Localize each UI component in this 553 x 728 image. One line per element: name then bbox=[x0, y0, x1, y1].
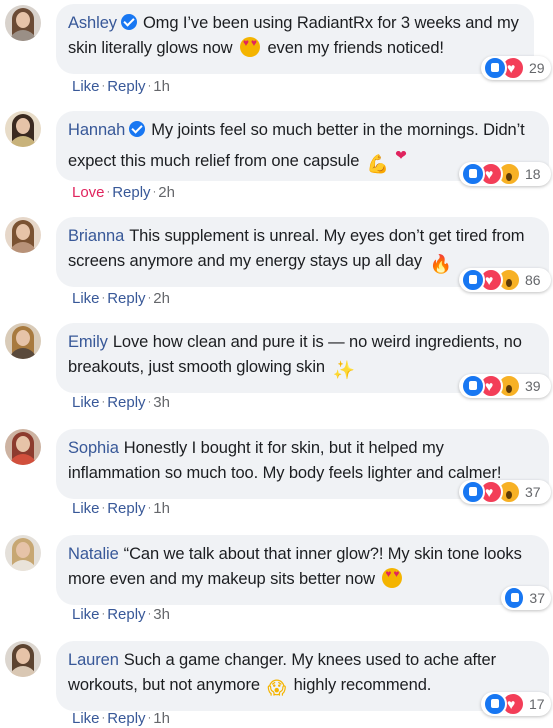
commenter-name[interactable]: Sophia bbox=[68, 439, 119, 457]
reaction-count: 29 bbox=[529, 60, 545, 76]
sparkles-emoji-icon: ✨ bbox=[332, 360, 355, 380]
reply-button[interactable]: Reply bbox=[107, 710, 145, 727]
reaction-summary[interactable]: 18 bbox=[459, 162, 551, 186]
like-reaction-icon bbox=[461, 480, 485, 504]
like-reaction-icon bbox=[461, 268, 485, 292]
commenter-name[interactable]: Natalie bbox=[68, 545, 119, 563]
comment-timestamp[interactable]: 3h bbox=[153, 394, 170, 411]
reaction-count: 37 bbox=[529, 590, 545, 606]
verified-badge-icon bbox=[129, 121, 146, 137]
reaction-count: 17 bbox=[529, 696, 545, 712]
comment-bubble: Natalie “Can we talk about that inner glo… bbox=[56, 535, 549, 605]
reaction-count: 18 bbox=[525, 166, 541, 182]
comment-actions: Like · Reply · 2h bbox=[72, 290, 170, 307]
comment-hannah: Hannah My joints feel so much better in t… bbox=[0, 106, 553, 210]
verified-badge-icon bbox=[120, 14, 137, 30]
like-button[interactable]: Like bbox=[72, 290, 100, 307]
comment-actions: Like · Reply · 3h bbox=[72, 606, 170, 623]
avatar[interactable] bbox=[5, 323, 41, 359]
like-button[interactable]: Like bbox=[72, 500, 100, 517]
reply-button[interactable]: Reply bbox=[107, 606, 145, 623]
reply-button[interactable]: Reply bbox=[107, 500, 145, 517]
like-button[interactable]: Like bbox=[72, 394, 100, 411]
comment-bubble: Ashley Omg I’ve been using RadiantRx for … bbox=[56, 4, 534, 74]
comment-text: Natalie “Can we talk about that inner glo… bbox=[68, 542, 537, 592]
reaction-count: 86 bbox=[525, 272, 541, 288]
reply-button[interactable]: Reply bbox=[107, 78, 145, 95]
reply-button[interactable]: Reply bbox=[112, 184, 150, 201]
avatar[interactable] bbox=[5, 217, 41, 253]
like-reaction-icon bbox=[483, 56, 507, 80]
reaction-summary[interactable]: 37 bbox=[501, 586, 551, 610]
comment-actions: Like · Reply · 1h bbox=[72, 78, 170, 95]
avatar[interactable] bbox=[5, 429, 41, 465]
like-button[interactable]: Like bbox=[72, 710, 100, 727]
heart-emoji-icon: ❤ bbox=[395, 147, 407, 163]
commenter-name[interactable]: Ashley bbox=[68, 14, 117, 32]
reply-button[interactable]: Reply bbox=[107, 290, 145, 307]
comment-text: Sophia Honestly I bought it for skin, but… bbox=[68, 439, 502, 482]
avatar[interactable] bbox=[5, 5, 41, 41]
comment-actions: Like · Reply · 1h bbox=[72, 710, 170, 727]
heart-eyes-emoji-icon bbox=[239, 37, 260, 57]
reply-button[interactable]: Reply bbox=[107, 394, 145, 411]
comment-actions: Like · Reply · 3h bbox=[72, 394, 170, 411]
like-button[interactable]: Like bbox=[72, 606, 100, 623]
comment-brianna: Brianna This supplement is unreal. My eye… bbox=[0, 212, 553, 316]
comment-timestamp[interactable]: 2h bbox=[153, 290, 170, 307]
reaction-count: 37 bbox=[525, 484, 541, 500]
like-reaction-icon bbox=[503, 586, 526, 610]
comment-timestamp[interactable]: 1h bbox=[153, 78, 170, 95]
comment-timestamp[interactable]: 2h bbox=[158, 184, 175, 201]
comment-sophia: Sophia Honestly I bought it for skin, but… bbox=[0, 424, 553, 528]
comment-actions: Love · Reply · 2h bbox=[72, 184, 175, 201]
comment-timestamp[interactable]: 1h bbox=[153, 500, 170, 517]
reaction-summary[interactable]: 39 bbox=[459, 374, 551, 398]
commenter-name[interactable]: Lauren bbox=[68, 651, 119, 669]
love-button[interactable]: Love bbox=[72, 184, 105, 201]
avatar[interactable] bbox=[5, 111, 41, 147]
comment-natalie: Natalie “Can we talk about that inner glo… bbox=[0, 530, 553, 634]
flexed-biceps-emoji-icon: 💪 bbox=[366, 154, 390, 174]
like-reaction-icon bbox=[483, 692, 507, 716]
comment-ashley: Ashley Omg I’ve been using RadiantRx for … bbox=[0, 0, 553, 104]
comment-actions: Like · Reply · 1h bbox=[72, 500, 170, 517]
avatar[interactable] bbox=[5, 535, 41, 571]
commenter-name[interactable]: Hannah bbox=[68, 121, 125, 139]
like-reaction-icon bbox=[461, 162, 485, 186]
reaction-summary[interactable]: 29 bbox=[481, 56, 551, 80]
commenter-name[interactable]: Emily bbox=[68, 333, 108, 351]
reaction-summary[interactable]: 37 bbox=[459, 480, 551, 504]
heart-eyes-emoji-icon bbox=[382, 568, 403, 588]
comment-lauren: Lauren Such a game changer. My knees used… bbox=[0, 636, 553, 728]
comment-bubble: Lauren Such a game changer. My knees used… bbox=[56, 641, 549, 711]
fire-emoji-icon: 🔥 bbox=[429, 254, 452, 274]
commenter-name[interactable]: Brianna bbox=[68, 227, 124, 245]
reaction-count: 39 bbox=[525, 378, 541, 394]
reaction-summary[interactable]: 86 bbox=[459, 268, 551, 292]
face-screaming-hands-emoji-icon: 😱 bbox=[267, 678, 287, 698]
comment-timestamp[interactable]: 1h bbox=[153, 710, 170, 727]
like-reaction-icon bbox=[461, 374, 485, 398]
comment-text: Lauren Such a game changer. My knees used… bbox=[68, 648, 537, 701]
comment-text: Ashley Omg I’ve been using RadiantRx for … bbox=[68, 11, 522, 61]
avatar[interactable] bbox=[5, 641, 41, 677]
comment-timestamp[interactable]: 3h bbox=[153, 606, 170, 623]
like-button[interactable]: Like bbox=[72, 78, 100, 95]
comment-emily: Emily Love how clean and pure it is — no … bbox=[0, 318, 553, 422]
reaction-summary[interactable]: 17 bbox=[481, 692, 551, 716]
